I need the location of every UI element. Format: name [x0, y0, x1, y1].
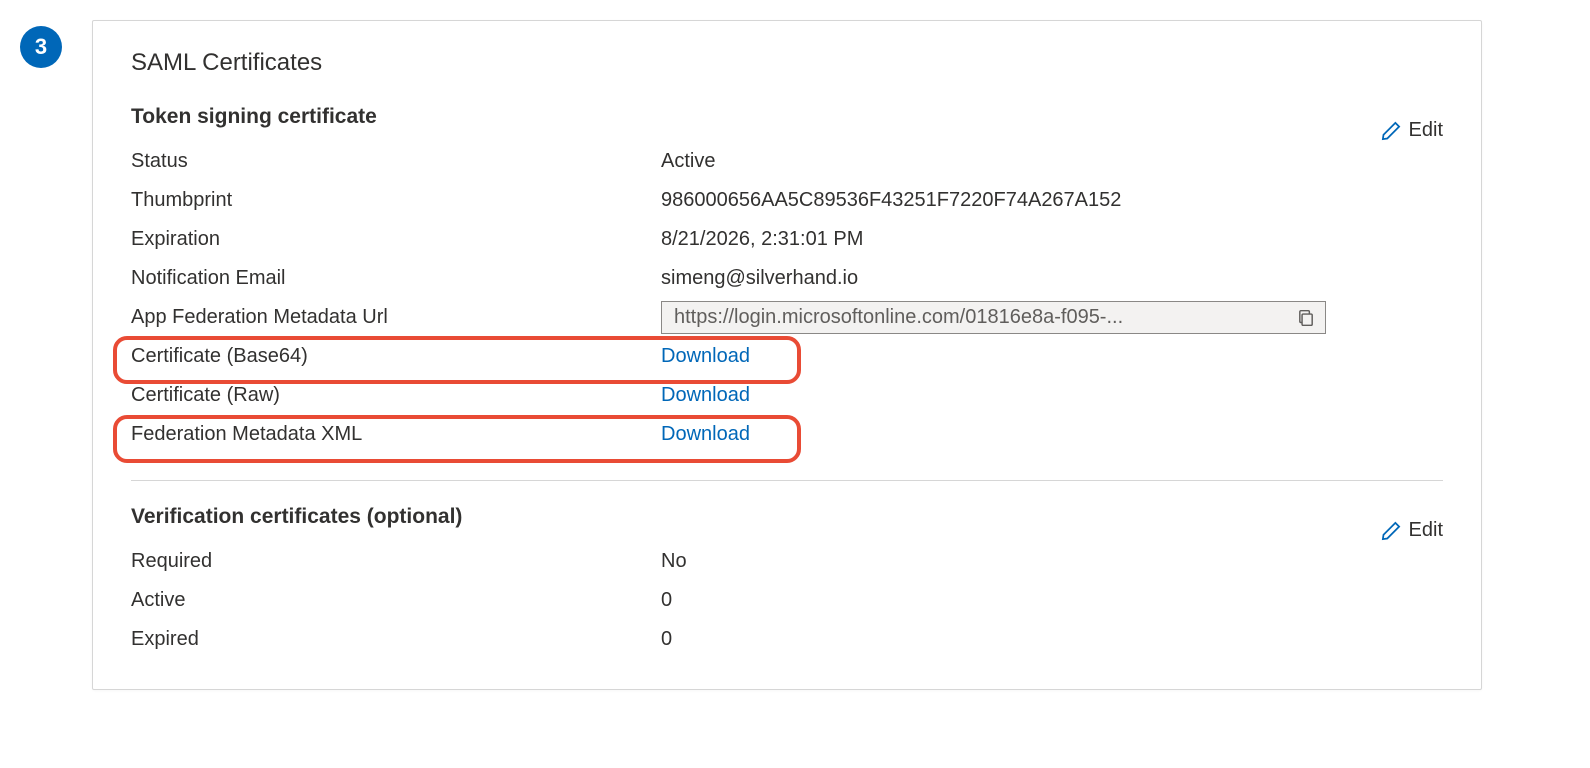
metadata-url-row: App Federation Metadata Url https://logi…: [131, 298, 1443, 337]
step-number-badge: 3: [20, 26, 62, 68]
thumbprint-value: 986000656AA5C89536F43251F7220F74A267A152: [661, 189, 1443, 212]
cert-base64-row: Certificate (Base64) Download: [131, 337, 1443, 376]
expiration-label: Expiration: [131, 228, 661, 251]
required-value: No: [661, 550, 1443, 573]
cert-base64-download-link[interactable]: Download: [661, 345, 750, 367]
notification-email-label: Notification Email: [131, 267, 661, 290]
expired-row: Expired 0: [131, 620, 1443, 659]
notification-email-row: Notification Email simeng@silverhand.io: [131, 259, 1443, 298]
card-title: SAML Certificates: [131, 49, 1443, 77]
metadata-url-label: App Federation Metadata Url: [131, 306, 661, 329]
expired-value: 0: [661, 628, 1443, 651]
edit-verification-button[interactable]: Edit: [1381, 519, 1443, 542]
fed-xml-label: Federation Metadata XML: [131, 423, 661, 446]
expiration-value: 8/21/2026, 2:31:01 PM: [661, 228, 1443, 251]
fed-xml-row: Federation Metadata XML Download: [131, 415, 1443, 454]
metadata-url-field[interactable]: https://login.microsoftonline.com/01816e…: [661, 301, 1326, 334]
pencil-icon: [1381, 121, 1401, 141]
edit-label: Edit: [1409, 519, 1443, 542]
step-number-text: 3: [35, 34, 47, 60]
saml-certificates-card: SAML Certificates Token signing certific…: [92, 20, 1482, 690]
required-label: Required: [131, 550, 661, 573]
verification-title: Verification certificates (optional): [131, 505, 462, 529]
section-divider: [131, 480, 1443, 481]
expired-label: Expired: [131, 628, 661, 651]
edit-token-signing-button[interactable]: Edit: [1381, 119, 1443, 142]
token-signing-header: Token signing certificate Edit: [131, 105, 1443, 142]
notification-email-value: simeng@silverhand.io: [661, 267, 1443, 290]
expiration-row: Expiration 8/21/2026, 2:31:01 PM: [131, 220, 1443, 259]
metadata-url-value: https://login.microsoftonline.com/01816e…: [674, 306, 1123, 329]
active-label: Active: [131, 589, 661, 612]
active-value: 0: [661, 589, 1443, 612]
cert-base64-label: Certificate (Base64): [131, 345, 661, 368]
status-value: Active: [661, 150, 1443, 173]
cert-raw-download-link[interactable]: Download: [661, 384, 750, 406]
copy-icon[interactable]: [1297, 309, 1315, 327]
verification-header: Verification certificates (optional) Edi…: [131, 505, 1443, 542]
status-label: Status: [131, 150, 661, 173]
active-row: Active 0: [131, 581, 1443, 620]
token-signing-rows: Status Active Thumbprint 986000656AA5C89…: [131, 142, 1443, 454]
pencil-icon: [1381, 521, 1401, 541]
status-row: Status Active: [131, 142, 1443, 181]
edit-label: Edit: [1409, 119, 1443, 142]
required-row: Required No: [131, 542, 1443, 581]
cert-raw-row: Certificate (Raw) Download: [131, 376, 1443, 415]
cert-raw-label: Certificate (Raw): [131, 384, 661, 407]
thumbprint-row: Thumbprint 986000656AA5C89536F43251F7220…: [131, 181, 1443, 220]
fed-xml-download-link[interactable]: Download: [661, 423, 750, 445]
token-signing-title: Token signing certificate: [131, 105, 377, 129]
thumbprint-label: Thumbprint: [131, 189, 661, 212]
